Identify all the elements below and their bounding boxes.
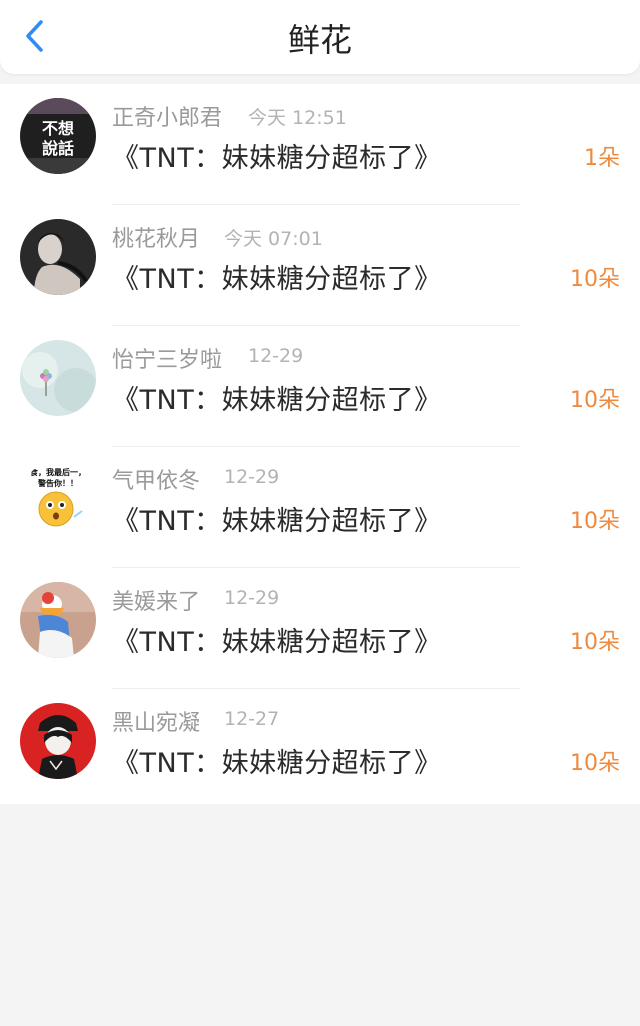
list-item[interactable]: 黑山宛凝 12-27 《TNT：妹妹糖分超标了》 10朵 (0, 689, 640, 810)
timestamp: 12-29 (248, 345, 304, 367)
avatar[interactable] (20, 703, 96, 779)
avatar-text-2: 說話 (42, 139, 74, 158)
book-title[interactable]: 《TNT：妹妹糖分超标了》 (112, 136, 442, 175)
flower-count: 10朵 (570, 388, 620, 413)
book-title[interactable]: 《TNT：妹妹糖分超标了》 (112, 741, 442, 780)
avatar-text-2: 警告你！！ (37, 478, 78, 488)
user-name[interactable]: 正奇小郎君 (112, 100, 222, 132)
book-title[interactable]: 《TNT：妹妹糖分超标了》 (112, 499, 442, 538)
page-title: 鲜花 (287, 21, 352, 59)
avatar-text-1: 食，我最后一， (30, 467, 86, 477)
user-name[interactable]: 黑山宛凝 (112, 705, 200, 737)
avatar[interactable]: 食，我最后一， 警告你！！ (20, 461, 96, 537)
book-title[interactable]: 《TNT：妹妹糖分超标了》 (112, 620, 442, 659)
avatar[interactable]: 不想 說話 (20, 98, 96, 174)
timestamp: 12-29 (224, 466, 280, 488)
flower-count: 10朵 (570, 267, 620, 292)
flower-count: 10朵 (570, 751, 620, 776)
user-name[interactable]: 气甲依冬 (112, 463, 200, 495)
flower-list: 不想 說話 正奇小郎君 今天 12:51 《TNT：妹妹糖分超标了》 1朵 桃花… (0, 84, 640, 804)
list-item[interactable]: 美媛来了 12-29 《TNT：妹妹糖分超标了》 10朵 (0, 568, 640, 689)
timestamp: 12-27 (224, 708, 280, 730)
avatar[interactable] (20, 219, 96, 295)
book-title[interactable]: 《TNT：妹妹糖分超标了》 (112, 378, 442, 417)
flower-count: 10朵 (570, 630, 620, 655)
timestamp: 今天 07:01 (224, 228, 323, 250)
timestamp: 今天 12:51 (248, 107, 347, 129)
flower-count: 1朵 (584, 146, 620, 171)
timestamp: 12-29 (224, 587, 280, 609)
list-item[interactable]: 怡宁三岁啦 12-29 《TNT：妹妹糖分超标了》 10朵 (0, 326, 640, 447)
user-name[interactable]: 美媛来了 (112, 584, 200, 616)
avatar-text-1: 不想 (42, 119, 74, 138)
user-name[interactable]: 怡宁三岁啦 (112, 342, 222, 374)
list-item[interactable]: 食，我最后一， 警告你！！ 气甲依冬 12-29 《TNT：妹妹糖分超标了》 1… (0, 447, 640, 568)
list-item[interactable]: 不想 說話 正奇小郎君 今天 12:51 《TNT：妹妹糖分超标了》 1朵 (0, 84, 640, 205)
list-item[interactable]: 桃花秋月 今天 07:01 《TNT：妹妹糖分超标了》 10朵 (0, 205, 640, 326)
avatar[interactable] (20, 582, 96, 658)
top-nav-bar: 鲜花 (0, 0, 640, 74)
flower-count: 10朵 (570, 509, 620, 534)
user-name[interactable]: 桃花秋月 (112, 221, 200, 253)
avatar[interactable] (20, 340, 96, 416)
book-title[interactable]: 《TNT：妹妹糖分超标了》 (112, 257, 442, 296)
